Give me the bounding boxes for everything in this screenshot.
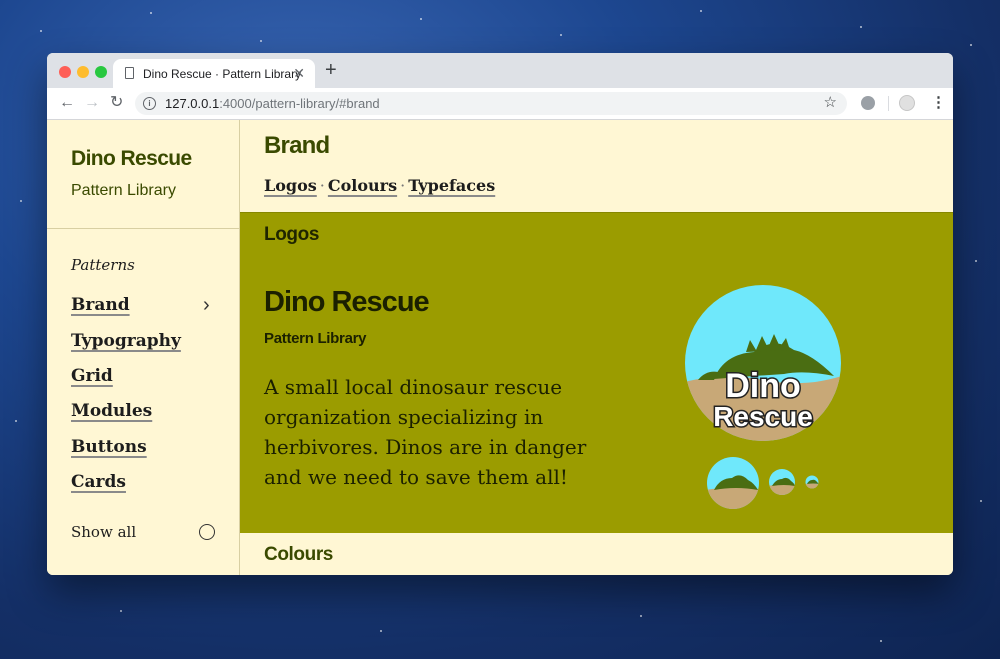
- logo-text-line1: Dino: [725, 367, 801, 405]
- bookmark-star-icon[interactable]: ☆: [824, 93, 837, 111]
- site-title[interactable]: Dino Rescue: [71, 147, 192, 171]
- colours-section-header: Colours: [240, 533, 953, 575]
- show-all-radio[interactable]: [199, 524, 215, 540]
- chevron-right-icon[interactable]: ›: [203, 294, 210, 317]
- reload-icon[interactable]: ↻: [110, 94, 123, 112]
- address-bar[interactable]: i 127.0.0.1:4000/pattern-library/#brand …: [135, 92, 847, 115]
- profile-avatar[interactable]: [899, 95, 915, 111]
- new-tab-icon[interactable]: +: [325, 60, 337, 80]
- browser-toolbar: ← → ↻ i 127.0.0.1:4000/pattern-library/#…: [47, 88, 953, 120]
- sidebar-item-grid[interactable]: Grid: [71, 366, 113, 386]
- patterns-heading: Patterns: [71, 256, 135, 274]
- dino-logo-tiny: [805, 475, 819, 489]
- sidebar-item-brand[interactable]: Brand: [71, 295, 130, 315]
- link-colours[interactable]: Colours: [328, 176, 397, 195]
- page-title: Brand: [264, 132, 330, 159]
- back-icon[interactable]: ←: [59, 94, 75, 112]
- logo-text-line2: Rescue: [713, 401, 813, 432]
- minimize-window-button[interactable]: [77, 66, 89, 78]
- link-separator: ·: [400, 176, 406, 195]
- main-content: Brand Logos · Colours · Typefaces Logos Dino…: [240, 120, 953, 575]
- close-tab-icon[interactable]: ✕: [293, 65, 305, 82]
- dino-logo-medium: [707, 457, 759, 509]
- sidebar-item-modules[interactable]: Modules: [71, 401, 152, 421]
- logo-title: Dino Rescue: [264, 286, 430, 318]
- extension-icon[interactable]: [861, 96, 875, 110]
- sidebar-item-typography[interactable]: Typography: [71, 331, 181, 351]
- url-path: :4000/pattern-library/#brand: [219, 96, 380, 111]
- sidebar-item-cards[interactable]: Cards: [71, 472, 126, 492]
- forward-icon[interactable]: →: [84, 94, 100, 112]
- show-all-label[interactable]: Show all: [71, 523, 136, 541]
- page-content: Dino Rescue Pattern Library Patterns Bra…: [47, 120, 953, 575]
- link-separator: ·: [319, 176, 325, 195]
- link-typefaces[interactable]: Typefaces: [408, 176, 495, 195]
- logo-subtitle: Pattern Library: [264, 330, 367, 347]
- browser-tab[interactable]: Dino Rescue · Pattern Library ✕: [113, 59, 315, 88]
- dino-rescue-logo-large: Dino Rescue: [685, 285, 841, 441]
- tab-strip: Dino Rescue · Pattern Library ✕ +: [47, 53, 953, 88]
- logos-heading: Logos: [264, 224, 319, 245]
- url-text: 127.0.0.1:4000/pattern-library/#brand: [165, 96, 380, 111]
- maximize-window-button[interactable]: [95, 66, 107, 78]
- logo-panel: Dino Rescue Pattern Library A small loca…: [240, 260, 953, 533]
- toolbar-divider: [888, 96, 889, 111]
- tab-title: Dino Rescue · Pattern Library: [143, 67, 302, 81]
- colours-heading: Colours: [264, 544, 333, 565]
- menu-dots-icon[interactable]: ⋮: [931, 94, 946, 112]
- link-logos[interactable]: Logos: [264, 176, 317, 195]
- info-icon[interactable]: i: [143, 97, 156, 110]
- browser-window: Dino Rescue · Pattern Library ✕ + ← → ↻ …: [47, 53, 953, 575]
- logos-section-header: Logos: [240, 212, 953, 261]
- brand-description: A small local dinosaur rescue organizati…: [264, 375, 587, 489]
- section-links: Logos · Colours · Typefaces: [264, 176, 495, 195]
- divider: [47, 228, 239, 229]
- site-subtitle: Pattern Library: [71, 182, 176, 199]
- document-icon: [125, 67, 134, 79]
- close-window-button[interactable]: [59, 66, 71, 78]
- url-host: 127.0.0.1: [165, 96, 220, 111]
- dino-logo-small: [769, 469, 795, 495]
- sidebar: Dino Rescue Pattern Library Patterns Bra…: [47, 120, 240, 575]
- sidebar-item-buttons[interactable]: Buttons: [71, 437, 147, 457]
